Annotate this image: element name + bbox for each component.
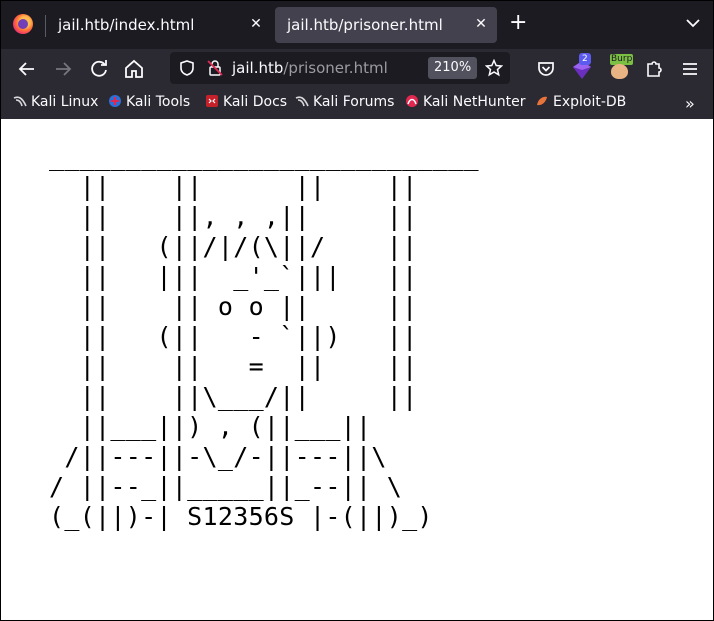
firefox-logo-icon — [13, 14, 33, 34]
pocket-icon[interactable] — [534, 57, 558, 81]
kali-tools-icon — [109, 95, 121, 107]
forward-icon[interactable] — [51, 57, 75, 81]
tab-label: jail.htb/index.html — [58, 16, 195, 34]
extension-button[interactable]: 2 — [571, 53, 595, 81]
address-bar[interactable]: jail.htb/prisoner.html 210% — [170, 52, 510, 84]
url-text[interactable]: jail.htb/prisoner.html — [232, 59, 388, 77]
insecure-lock-icon[interactable] — [206, 59, 224, 77]
new-tab-icon[interactable]: + — [509, 12, 527, 34]
back-icon[interactable] — [15, 57, 39, 81]
bookmarks-overflow-icon[interactable]: » — [685, 94, 695, 113]
zoom-level-button[interactable]: 210% — [428, 57, 478, 79]
nethunter-icon — [406, 95, 418, 107]
navigation-toolbar: jail.htb/prisoner.html 210% 2 Burp — [1, 49, 713, 89]
bookmark-label: Kali NetHunter — [423, 94, 526, 110]
tab-label: jail.htb/prisoner.html — [287, 16, 443, 34]
bookmark-label: Kali Tools — [126, 94, 191, 110]
extensions-puzzle-icon[interactable] — [642, 57, 666, 81]
kali-dragon-icon — [295, 96, 309, 107]
tab-index[interactable]: jail.htb/index.html ✕ — [46, 7, 272, 43]
menu-icon[interactable] — [678, 57, 702, 81]
bookmark-label: Kali Docs — [223, 94, 288, 110]
extension-badge: 2 — [579, 53, 591, 65]
kali-dragon-icon — [13, 96, 27, 107]
bookmark-kali-docs[interactable]: Kali Docs — [205, 94, 287, 114]
burp-face-icon — [611, 64, 628, 79]
list-all-tabs-icon[interactable] — [685, 15, 701, 31]
prisoner-ascii-art: ____________________________ || || || ||… — [49, 142, 479, 531]
reload-icon[interactable] — [87, 57, 111, 81]
bookmark-label: Kali Forums — [313, 94, 395, 110]
kali-docs-icon — [206, 95, 218, 107]
bookmark-star-icon[interactable] — [485, 59, 503, 77]
exploitdb-icon — [537, 96, 547, 106]
bookmark-kali-forums[interactable]: Kali Forums — [295, 94, 394, 114]
bookmarks-toolbar: Kali Linux Kali Tools Kali Docs Kali For… — [1, 89, 713, 120]
close-tab-icon[interactable]: ✕ — [248, 16, 264, 32]
bookmark-kali-linux[interactable]: Kali Linux — [13, 94, 98, 114]
browser-window: jail.htb/index.html ✕ jail.htb/prisoner.… — [0, 0, 714, 621]
home-icon[interactable] — [122, 57, 146, 81]
close-tab-icon[interactable]: ✕ — [473, 16, 489, 32]
bookmark-label: Kali Linux — [31, 94, 99, 110]
burp-extension-button[interactable]: Burp — [608, 54, 634, 80]
url-path: /prisoner.html — [283, 59, 388, 77]
url-host: jail.htb — [232, 59, 284, 77]
shield-icon[interactable] — [178, 59, 196, 77]
bookmark-label: Exploit-DB — [553, 94, 627, 110]
tab-strip: jail.htb/index.html ✕ jail.htb/prisoner.… — [1, 1, 713, 49]
tab-prisoner[interactable]: jail.htb/prisoner.html ✕ — [275, 7, 497, 43]
bookmark-kali-tools[interactable]: Kali Tools — [108, 94, 190, 114]
bookmark-exploit-db[interactable]: Exploit-DB — [535, 94, 626, 114]
page-content: ____________________________ || || || ||… — [1, 119, 713, 620]
bookmark-kali-nethunter[interactable]: Kali NetHunter — [405, 94, 525, 114]
